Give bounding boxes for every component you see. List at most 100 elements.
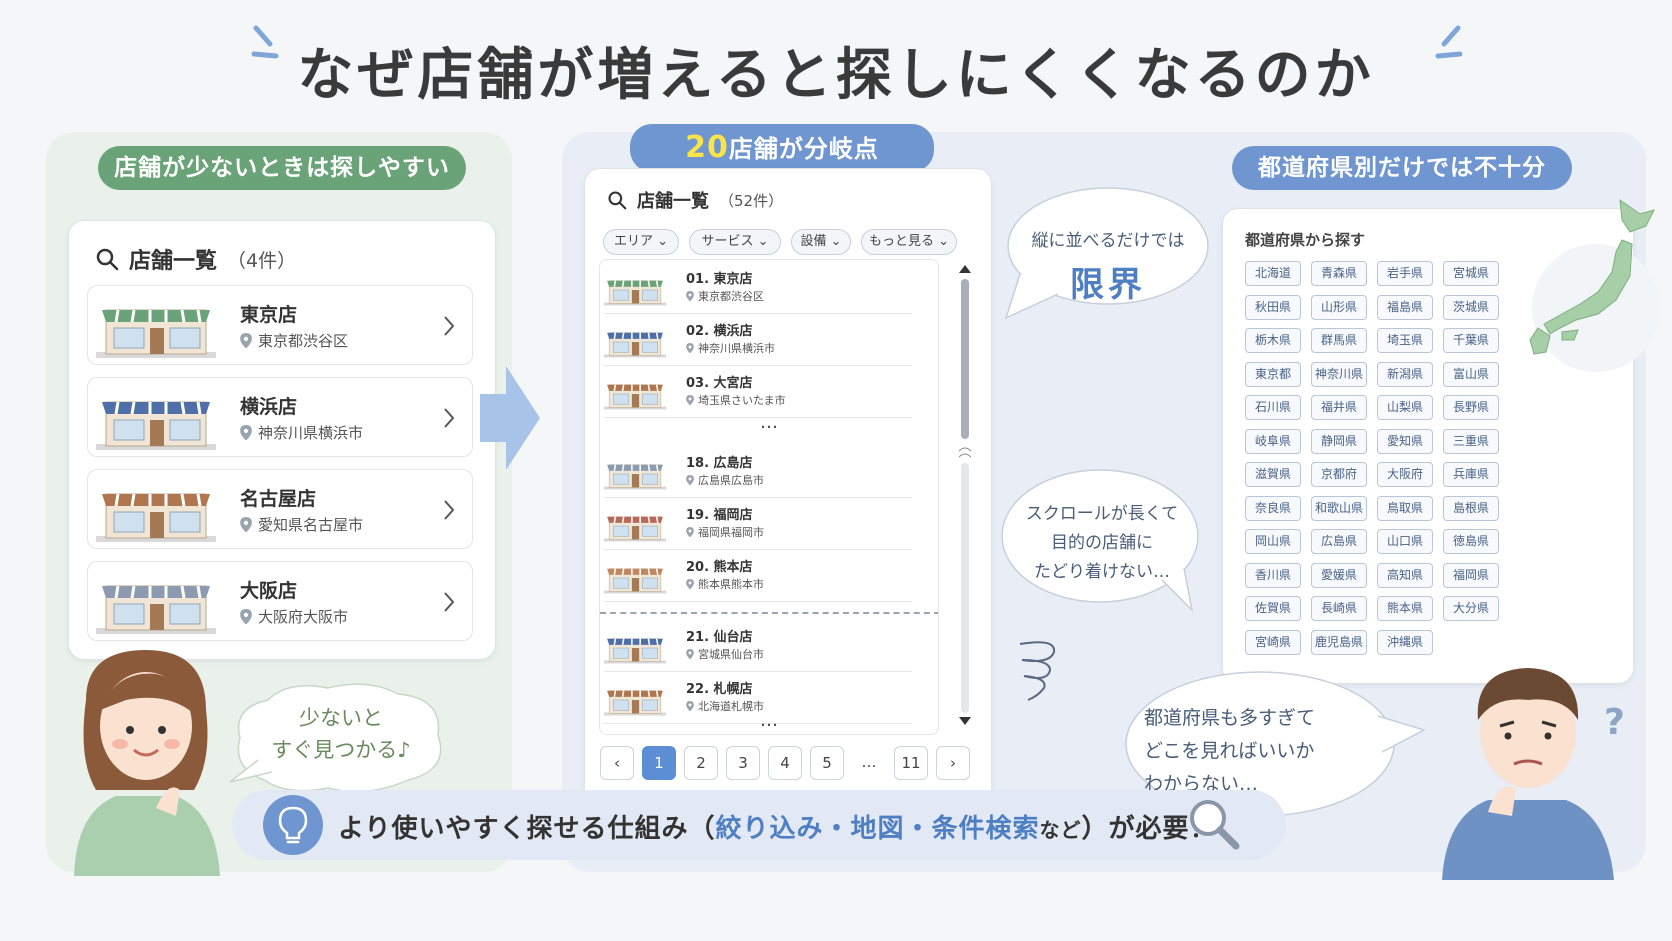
store-thumbnail: [604, 322, 666, 360]
store-address: 神奈川県横浜市: [240, 422, 363, 443]
prefecture-chip[interactable]: 大分県: [1443, 596, 1499, 621]
prefecture-chip[interactable]: 福岡県: [1443, 562, 1499, 588]
prefecture-chip[interactable]: 滋賀県: [1245, 462, 1301, 487]
list-item[interactable]: 03. 大宮店 埼玉県さいたま市: [604, 366, 912, 418]
scrollbar[interactable]: [958, 265, 972, 725]
prefecture-chip[interactable]: 長野県: [1443, 395, 1499, 420]
list-ellipsis-2: …: [760, 710, 780, 731]
prefecture-chip[interactable]: 岡山県: [1245, 529, 1301, 554]
store-scroll-list[interactable]: 01. 東京店 東京都渋谷区 02. 横浜店 神奈川県横浜市 03. 大宮店 埼…: [599, 259, 939, 735]
prefecture-chip[interactable]: 島根県: [1443, 495, 1499, 521]
prefecture-chip[interactable]: 岩手県: [1377, 261, 1433, 286]
prefecture-chip[interactable]: 山形県: [1311, 294, 1367, 320]
limit-bubble-line2: 限界: [1070, 265, 1146, 305]
prefecture-chip[interactable]: 熊本県: [1377, 596, 1433, 621]
list-item[interactable]: 20. 熊本店 熊本県熊本市: [604, 550, 912, 602]
conclusion-highlight: 絞り込み・地図・条件検索: [715, 814, 1040, 844]
filter-label: もっと見る: [868, 234, 934, 249]
page-button[interactable]: 3: [726, 746, 760, 780]
prefecture-chip[interactable]: 茨城県: [1443, 294, 1499, 320]
prefecture-chip[interactable]: 鹿児島県: [1311, 629, 1367, 655]
list-item-address-text: 熊本県熊本市: [698, 578, 764, 591]
prefecture-chip[interactable]: 奈良県: [1245, 495, 1301, 521]
prefecture-chip[interactable]: 青森県: [1311, 261, 1367, 286]
store-list-count: （4件）: [227, 249, 297, 272]
search-icon: [608, 191, 627, 210]
prefecture-chip[interactable]: 千葉県: [1443, 328, 1499, 353]
prefecture-chip[interactable]: 宮崎県: [1245, 629, 1301, 655]
prefecture-chip[interactable]: 鳥取県: [1377, 495, 1433, 521]
prefecture-chip[interactable]: 静岡県: [1311, 428, 1367, 454]
prefecture-chip[interactable]: 福井県: [1311, 395, 1367, 420]
prefecture-chip[interactable]: 山口県: [1377, 529, 1433, 554]
filter-dropdown[interactable]: エリア ⌄: [603, 229, 679, 255]
prefecture-chip[interactable]: 香川県: [1245, 562, 1301, 588]
chevron-right-icon: [444, 408, 455, 428]
list-item[interactable]: 21. 仙台店 宮城県仙台市: [604, 620, 912, 672]
prefecture-chip[interactable]: 群馬県: [1311, 328, 1367, 353]
page-button[interactable]: 11: [894, 746, 928, 780]
prefecture-chip[interactable]: 埼玉県: [1377, 328, 1433, 353]
scroll-bubble-line2: 目的の店舗に: [1051, 533, 1153, 553]
prefecture-chip[interactable]: 神奈川県: [1311, 361, 1367, 387]
store-list-card-small: 店舗一覧 （4件） 東京店 東京都渋谷区 横浜店 神奈川県横浜市 名古屋店 愛知…: [68, 220, 496, 660]
prefecture-chip[interactable]: 山梨県: [1377, 395, 1433, 420]
store-row[interactable]: 名古屋店 愛知県名古屋市: [87, 469, 473, 549]
prefecture-chip[interactable]: 佐賀県: [1245, 596, 1301, 621]
list-item-name: 22. 札幌店: [686, 682, 753, 697]
page-button[interactable]: 5: [810, 746, 844, 780]
prefecture-chip[interactable]: 北海道: [1245, 261, 1301, 286]
prefecture-chip[interactable]: 広島県: [1311, 529, 1367, 554]
prev-page-button[interactable]: ‹: [600, 746, 634, 780]
prefecture-chip[interactable]: 福島県: [1377, 294, 1433, 320]
conclusion-banner: より使いやすく探せる仕組み（絞り込み・地図・条件検索など）が必要！: [232, 790, 1286, 860]
filter-dropdown[interactable]: サービス ⌄: [689, 229, 781, 255]
filter-dropdown[interactable]: もっと見る ⌄: [861, 229, 957, 255]
store-list-title: 店舗一覧: [129, 249, 218, 274]
prefecture-chip[interactable]: 三重県: [1443, 428, 1499, 454]
large-list-count: （52件）: [719, 191, 784, 210]
store-thumbnail: [604, 506, 666, 544]
store-row[interactable]: 大阪店 大阪府大阪市: [87, 561, 473, 641]
prefecture-chip[interactable]: 富山県: [1443, 361, 1499, 387]
sparkle-right-icon: [1435, 25, 1463, 59]
list-item-name: 21. 仙台店: [686, 630, 753, 645]
prefecture-chip[interactable]: 岐阜県: [1245, 428, 1301, 454]
filter-dropdown[interactable]: 設備 ⌄: [791, 229, 851, 255]
list-item[interactable]: 22. 札幌店 北海道札幌市: [604, 672, 912, 724]
swirl-icon: [1019, 641, 1056, 701]
next-page-button[interactable]: ›: [936, 746, 970, 780]
prefecture-chip[interactable]: 長崎県: [1311, 596, 1367, 621]
page-button[interactable]: 1: [642, 746, 676, 780]
prefecture-chip[interactable]: 愛媛県: [1311, 562, 1367, 588]
list-item[interactable]: 01. 東京店 東京都渋谷区: [604, 262, 912, 314]
prefecture-chip[interactable]: 栃木県: [1245, 328, 1301, 353]
lightbulb-icon: [263, 795, 323, 855]
prefecture-chip[interactable]: 京都府: [1311, 462, 1367, 487]
store-row[interactable]: 横浜店 神奈川県横浜市: [87, 377, 473, 457]
prefecture-chip[interactable]: 石川県: [1245, 395, 1301, 420]
store-name: 横浜店: [240, 396, 298, 418]
page-button[interactable]: 2: [684, 746, 718, 780]
prefecture-chip[interactable]: 兵庫県: [1443, 462, 1499, 487]
prefecture-chip[interactable]: 秋田県: [1245, 294, 1301, 320]
prefecture-chip[interactable]: 沖縄県: [1377, 629, 1433, 655]
list-item[interactable]: 02. 横浜店 神奈川県横浜市: [604, 314, 912, 366]
prefecture-chip[interactable]: 高知県: [1377, 562, 1433, 588]
store-thumbnail: [604, 558, 666, 596]
store-row[interactable]: 東京店 東京都渋谷区: [87, 285, 473, 365]
prefecture-chip[interactable]: 東京都: [1245, 361, 1301, 387]
list-item[interactable]: 19. 福岡店 福岡県福岡市: [604, 498, 912, 550]
prefecture-chip[interactable]: 徳島県: [1443, 529, 1499, 554]
prefecture-chip[interactable]: 新潟県: [1377, 361, 1433, 387]
prefecture-chip[interactable]: 愛知県: [1377, 428, 1433, 454]
prefecture-chip[interactable]: 宮城県: [1443, 261, 1499, 286]
list-item[interactable]: 18. 広島店 広島県広島市: [604, 446, 912, 498]
limit-bubble-text: 縦に並べるだけでは 限界: [1010, 226, 1206, 306]
prefecture-chip[interactable]: 和歌山県: [1311, 495, 1367, 521]
store-list-card-large: 店舗一覧 （52件） エリア ⌄ サービス ⌄ 設備 ⌄ もっと見る ⌄ 01. 東京…: [584, 168, 992, 816]
page-button[interactable]: 4: [768, 746, 802, 780]
prefecture-chip[interactable]: 大阪府: [1377, 462, 1433, 487]
list-item-address-text: 広島県広島市: [698, 474, 764, 487]
list-item-address-text: 福岡県福岡市: [698, 526, 764, 539]
